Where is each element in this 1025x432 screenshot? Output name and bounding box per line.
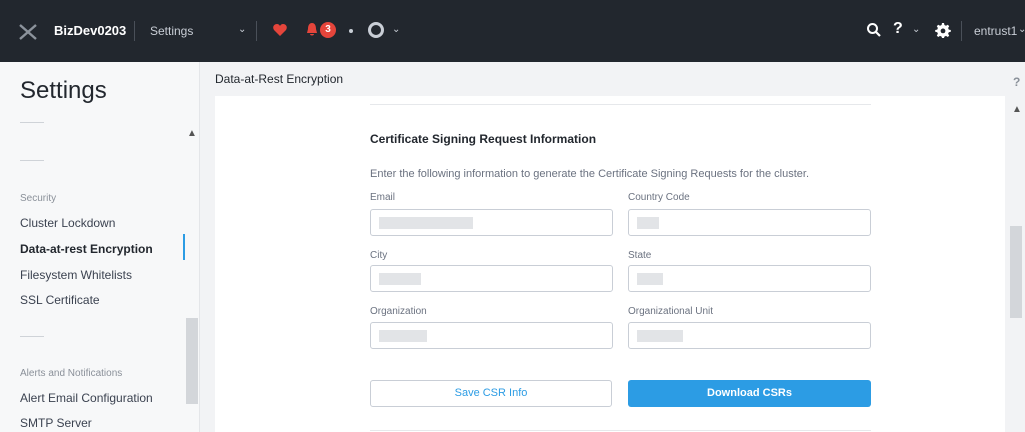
organization-field[interactable] [370,322,613,349]
download-csrs-button[interactable]: Download CSRs [628,380,871,407]
state-label: State [628,250,652,261]
scroll-up-arrow-icon[interactable]: ▲ [187,128,197,139]
sidebar-item-data-at-rest-encryption[interactable]: Data-at-rest Encryption [20,242,153,256]
sidebar-item-alert-email-configuration[interactable]: Alert Email Configuration [20,391,153,405]
divider [961,21,962,41]
chevron-down-icon[interactable]: ⌄ [392,24,400,35]
country-code-field[interactable] [628,209,871,236]
form-description: Enter the following information to gener… [370,168,810,180]
scroll-up-arrow-icon[interactable]: ▲ [1012,104,1022,115]
redacted-value [379,273,421,285]
redacted-value [637,273,663,285]
chevron-down-icon[interactable]: ⌄ [238,24,246,35]
cluster-name[interactable]: BizDev0203 [54,23,126,38]
divider [370,104,871,105]
divider [20,122,44,123]
email-label: Email [370,192,396,203]
organizational-unit-field[interactable] [628,322,871,349]
redacted-value [637,330,683,342]
sidebar-section-security: Security [20,193,57,204]
redacted-value [379,217,473,229]
settings-sidebar: Settings ▲ Security Cluster Lockdown Dat… [0,62,200,432]
divider [256,21,257,41]
divider [134,21,135,41]
organization-label: Organization [370,306,427,317]
tasks-ring-icon[interactable] [368,22,384,38]
alert-count-badge[interactable]: 3 [320,22,336,38]
gear-icon[interactable] [935,22,951,38]
top-navigation-bar: BizDev0203 Settings ⌄ 3 ⌄ ? ⌄ entrust1 ⌄ [0,0,1025,62]
help-icon[interactable]: ? [893,20,903,38]
sidebar-item-ssl-certificate[interactable]: SSL Certificate [20,293,100,307]
user-menu[interactable]: entrust1 [974,24,1017,38]
main-scrollbar[interactable] [1010,226,1022,318]
settings-menu[interactable]: Settings [150,24,193,38]
sidebar-section-alerts: Alerts and Notifications [20,368,123,379]
form-title: Certificate Signing Request Information [370,132,597,146]
divider [20,336,44,337]
sidebar-item-smtp-server[interactable]: SMTP Server [20,416,92,430]
alerts-bell-icon[interactable] [305,22,319,38]
health-heart-icon[interactable] [272,22,288,38]
chevron-down-icon[interactable]: ⌄ [912,24,920,35]
nutanix-x-logo-icon[interactable] [18,22,38,42]
redacted-value [637,217,659,229]
organizational-unit-label: Organizational Unit [628,306,714,317]
help-icon[interactable]: ? [1013,75,1020,89]
divider [370,430,871,431]
search-icon[interactable] [866,22,882,38]
state-field[interactable] [628,265,871,292]
redacted-value [379,330,427,342]
active-item-indicator [183,234,185,260]
events-dot-icon[interactable] [349,29,353,33]
sidebar-item-cluster-lockdown[interactable]: Cluster Lockdown [20,216,115,230]
sidebar-title: Settings [20,77,107,104]
save-csr-info-button[interactable]: Save CSR Info [370,380,612,407]
city-field[interactable] [370,265,613,292]
page-title: Data-at-Rest Encryption [215,72,344,86]
sidebar-item-filesystem-whitelists[interactable]: Filesystem Whitelists [20,268,132,282]
country-code-label: Country Code [628,192,690,203]
sidebar-scrollbar[interactable] [186,318,198,404]
city-label: City [370,250,388,261]
chevron-down-icon[interactable]: ⌄ [1018,24,1025,35]
divider [20,160,44,161]
email-field[interactable] [370,209,613,236]
